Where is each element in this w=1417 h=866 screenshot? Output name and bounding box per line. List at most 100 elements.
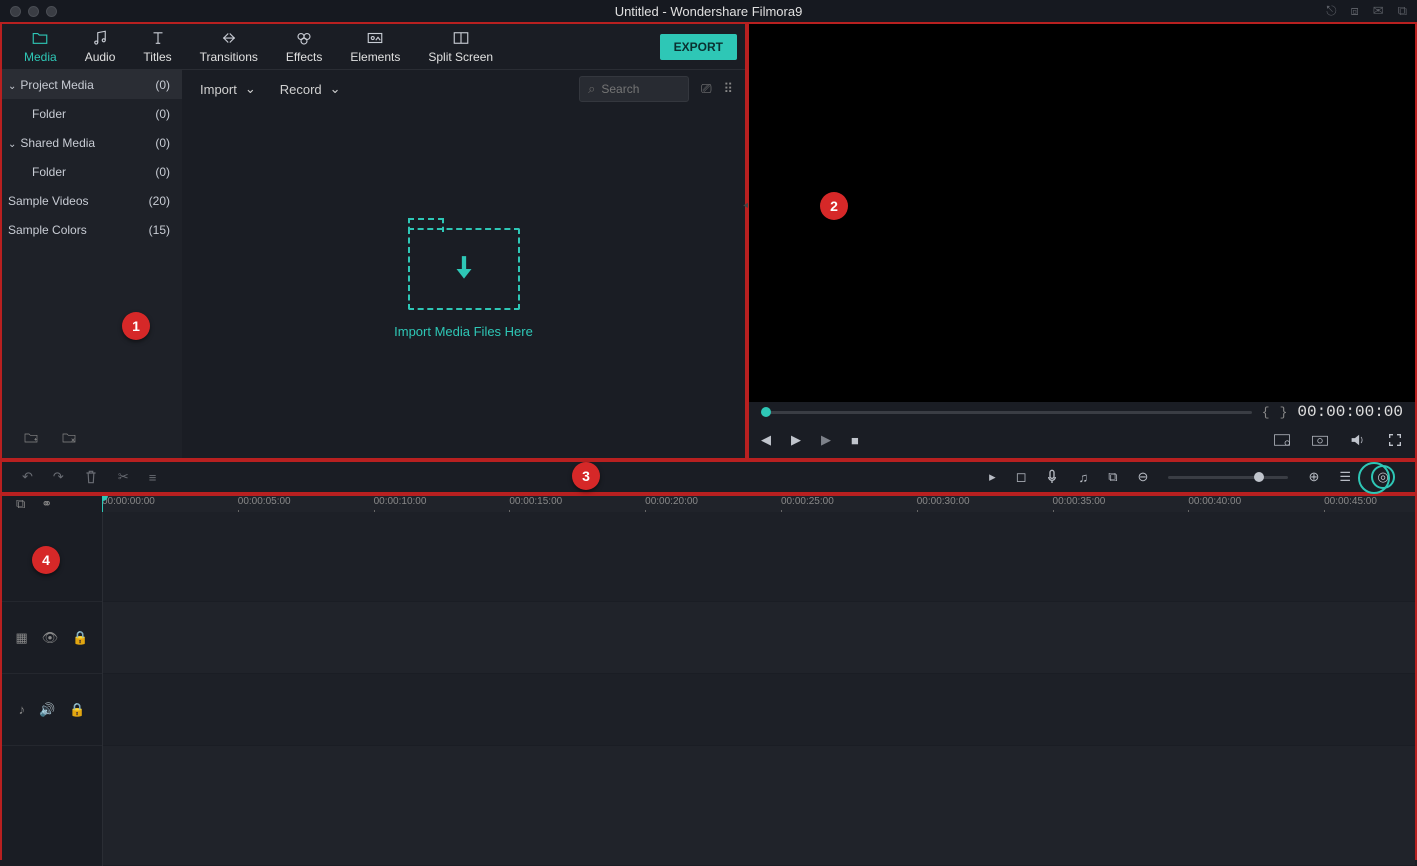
grid-view-icon[interactable]: ⠿ — [723, 81, 733, 97]
track-head-video[interactable]: ▦ 👁 🔒 — [2, 602, 102, 674]
user-icon[interactable]: ⎋ — [1326, 3, 1336, 19]
preview-quality-icon[interactable] — [1273, 433, 1291, 447]
search-input[interactable] — [601, 82, 680, 96]
fullscreen-icon[interactable] — [1387, 432, 1403, 448]
sidebar-item-label: Sample Colors — [8, 223, 87, 237]
volume-icon[interactable] — [1349, 432, 1367, 448]
export-button[interactable]: EXPORT — [660, 34, 737, 60]
scrub-track[interactable] — [761, 411, 1252, 414]
track-lane-audio[interactable] — [103, 674, 1415, 746]
add-track-icon[interactable]: ⧉ — [16, 496, 25, 512]
help-mixer-button[interactable]: ◎ — [1371, 465, 1395, 489]
mark-in-button[interactable]: { — [1262, 405, 1270, 420]
mark-out-button[interactable]: } — [1280, 405, 1288, 420]
zoom-slider[interactable] — [1168, 476, 1288, 479]
zoom-in-icon[interactable]: ⊕ — [1308, 469, 1319, 485]
sidebar-item-label: Sample Videos — [8, 194, 89, 208]
sidebar-item-folder[interactable]: Folder(0) — [2, 99, 182, 128]
mute-icon[interactable]: 🔊 — [39, 702, 55, 718]
prev-frame-button[interactable]: ◀ — [761, 432, 771, 448]
title-bar-right-icons: ⎋ ⧈ ✉ ⧉ — [1326, 3, 1407, 19]
timeline-tracks-area[interactable] — [102, 512, 1415, 866]
delete-icon[interactable] — [84, 469, 98, 485]
chevron-down-icon: ⌄ — [245, 81, 256, 97]
timeline-panel: ⧉ ⚭ 00:00:00:0000:00:05:0000:00:10:0000:… — [0, 494, 1417, 860]
filter-icon[interactable]: ⎚ — [701, 81, 711, 97]
audio-mixer-icon[interactable]: ♫ — [1078, 470, 1088, 485]
visibility-icon[interactable]: 👁 — [42, 630, 59, 646]
sidebar-item-count: (15) — [149, 223, 170, 237]
tab-elements[interactable]: Elements — [336, 24, 414, 69]
tab-split-screen[interactable]: Split Screen — [414, 24, 507, 69]
track-lane[interactable] — [103, 746, 1415, 866]
play-button[interactable]: ▶ — [791, 432, 801, 448]
panel-collapse-handle[interactable]: ◂ — [743, 200, 748, 211]
tab-audio[interactable]: Audio — [71, 24, 130, 69]
notifications-icon[interactable]: ⧉ — [1398, 3, 1407, 19]
tab-titles[interactable]: Titles — [129, 24, 185, 69]
crop-icon[interactable]: ⧉ — [1108, 469, 1117, 485]
tab-label: Transitions — [200, 50, 258, 64]
transitions-icon — [220, 29, 238, 47]
stop-button[interactable]: ■ — [851, 433, 859, 448]
sidebar-folder-actions — [2, 418, 182, 458]
tab-transitions[interactable]: Transitions — [186, 24, 272, 69]
import-drop-zone[interactable]: Import Media Files Here — [182, 108, 745, 458]
redo-icon[interactable]: ↷ — [53, 469, 64, 485]
ruler-tick: 00:00:25:00 — [781, 496, 834, 507]
zoom-handle[interactable] — [1254, 472, 1264, 482]
minimize-window-button[interactable] — [28, 6, 39, 17]
voiceover-icon[interactable] — [1046, 469, 1058, 485]
add-folder-icon[interactable] — [22, 430, 40, 446]
video-track-icon: ▦ — [16, 630, 28, 646]
zoom-out-icon[interactable]: ⊖ — [1138, 469, 1149, 485]
scrub-playhead[interactable] — [761, 407, 771, 417]
sidebar-item-sample-videos[interactable]: Sample Videos(20) — [2, 186, 182, 215]
preview-panel: { } 00:00:00:00 ◀ ▶ ▶ ■ — [747, 22, 1417, 460]
marker-icon[interactable]: ◻ — [1016, 469, 1027, 485]
edit-icon[interactable]: ≡ — [149, 470, 157, 485]
close-window-button[interactable] — [10, 6, 21, 17]
render-preview-icon[interactable]: ▸ — [989, 469, 996, 485]
tab-effects[interactable]: Effects — [272, 24, 336, 69]
link-icon[interactable]: ⚭ — [41, 496, 52, 512]
chevron-down-icon: ⌄ — [330, 81, 341, 97]
tab-label: Effects — [286, 50, 322, 64]
track-lane[interactable] — [103, 512, 1415, 602]
maximize-window-button[interactable] — [46, 6, 57, 17]
preview-viewport[interactable] — [749, 24, 1415, 402]
tab-media[interactable]: Media — [10, 24, 71, 69]
zoom-fit-icon[interactable]: ☰ — [1339, 469, 1351, 485]
media-panel: Media Audio Titles Transitions Effects E… — [0, 22, 747, 460]
undo-icon[interactable]: ↶ — [22, 469, 33, 485]
split-screen-icon — [452, 29, 470, 47]
title-bar: Untitled - Wondershare Filmora9 ⎋ ⧈ ✉ ⧉ — [0, 0, 1417, 22]
tab-label: Audio — [85, 50, 116, 64]
annotation-badge-3: 3 — [572, 462, 600, 490]
track-head-audio[interactable]: ♪ 🔊 🔒 — [2, 674, 102, 746]
sidebar-item-folder[interactable]: Folder(0) — [2, 157, 182, 186]
lock-icon[interactable]: 🔒 — [69, 702, 85, 718]
search-box[interactable]: ⌕ — [579, 76, 689, 102]
record-dropdown[interactable]: Record⌄ — [274, 77, 347, 101]
download-arrow-icon — [451, 254, 477, 284]
timeline-ruler[interactable]: 00:00:00:0000:00:05:0000:00:10:0000:00:1… — [102, 496, 1415, 512]
import-dropdown[interactable]: Import⌄ — [194, 77, 262, 101]
ruler-tick: 00:00:45:00 — [1324, 496, 1377, 507]
mail-icon[interactable]: ✉ — [1373, 3, 1384, 19]
cart-icon[interactable]: ⧈ — [1351, 3, 1359, 19]
timeline-playhead[interactable] — [102, 496, 103, 512]
ruler-tick: 00:00:10:00 — [374, 496, 427, 507]
next-frame-button[interactable]: ▶ — [821, 432, 831, 448]
split-icon[interactable]: ✂ — [118, 469, 129, 485]
snapshot-icon[interactable] — [1311, 433, 1329, 447]
remove-folder-icon[interactable] — [60, 430, 78, 446]
sidebar-item-project-media[interactable]: ⌄Project Media(0) — [2, 70, 182, 99]
sidebar-item-sample-colors[interactable]: Sample Colors (15) — [2, 215, 182, 244]
sidebar-item-shared-media[interactable]: ⌄Shared Media(0) — [2, 128, 182, 157]
track-lane-video[interactable] — [103, 602, 1415, 674]
lock-icon[interactable]: 🔒 — [72, 630, 88, 646]
main-tab-bar: Media Audio Titles Transitions Effects E… — [2, 24, 745, 70]
ruler-tick: 00:00:40:00 — [1188, 496, 1241, 507]
sidebar-item-count: (0) — [155, 165, 170, 179]
